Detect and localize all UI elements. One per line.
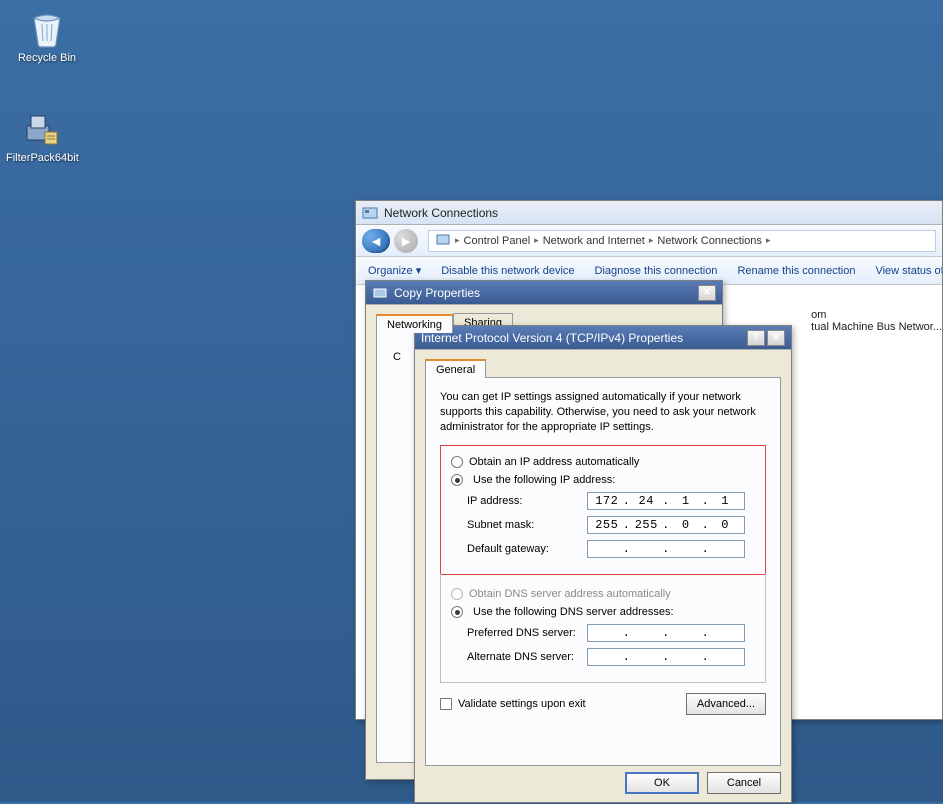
ipv4-properties-dialog: Internet Protocol Version 4 (TCP/IPv4) P… [414, 325, 792, 803]
preferred-dns-input[interactable]: . . . [587, 624, 745, 642]
close-button[interactable]: ✕ [698, 285, 716, 301]
partial-text-line: tual Machine Bus Networ... [811, 321, 942, 333]
desktop-icon-recycle-bin[interactable]: Recycle Bin [12, 8, 82, 64]
tab-networking[interactable]: Networking [376, 314, 453, 333]
ok-button[interactable]: OK [625, 772, 699, 794]
tab-general[interactable]: General [425, 359, 486, 378]
window-title: Network Connections [384, 206, 498, 220]
radio-use-following-dns[interactable]: Use the following DNS server addresses: [451, 606, 755, 618]
default-gateway-row: Default gateway: . . . [451, 540, 755, 558]
ip-octet[interactable]: 24 [631, 494, 661, 508]
radio-label: Use the following DNS server addresses: [473, 606, 674, 618]
ip-address-row: IP address: 172. 24. 1. 1 [451, 492, 755, 510]
checkbox-icon [440, 698, 452, 710]
subnet-mask-row: Subnet mask: 255. 255. 0. 0 [451, 516, 755, 534]
breadcrumb-item[interactable]: Network Connections [657, 235, 762, 247]
cancel-button[interactable]: Cancel [707, 772, 781, 794]
radio-use-following-ip[interactable]: Use the following IP address: [451, 474, 755, 486]
radio-icon [451, 456, 463, 468]
titlebar[interactable]: Internet Protocol Version 4 (TCP/IPv4) P… [415, 326, 791, 350]
installer-icon [21, 108, 61, 148]
breadcrumb-root-icon [435, 231, 451, 250]
radio-obtain-ip-auto[interactable]: Obtain an IP address automatically [451, 456, 755, 468]
description-text: You can get IP settings assigned automat… [440, 390, 766, 435]
ip-octet[interactable]: 255 [631, 518, 661, 532]
validate-settings-checkbox[interactable]: Validate settings upon exit [440, 698, 586, 710]
ip-octet[interactable]: 0 [710, 518, 740, 532]
disable-device-action[interactable]: Disable this network device [441, 265, 574, 277]
titlebar[interactable]: Network Connections [356, 201, 942, 225]
ip-octet[interactable]: 1 [710, 494, 740, 508]
network-folder-icon [362, 205, 378, 221]
connection-partial-text: om tual Machine Bus Networ... [811, 309, 942, 333]
recycle-bin-icon [27, 8, 67, 48]
ip-address-group: Obtain an IP address automatically Use t… [440, 445, 766, 575]
alternate-dns-row: Alternate DNS server: . . . [451, 648, 755, 666]
ip-octet[interactable]: 172 [592, 494, 622, 508]
radio-label: Obtain an IP address automatically [469, 456, 639, 468]
titlebar[interactable]: Copy Properties ✕ [366, 281, 722, 305]
breadcrumb-sep: ▸ [649, 235, 654, 246]
dns-server-group: Obtain DNS server address automatically … [440, 574, 766, 683]
breadcrumb-sep: ▸ [455, 235, 460, 246]
network-adapter-icon [372, 285, 388, 301]
organize-menu[interactable]: Organize ▾ [368, 264, 421, 277]
ip-octet[interactable]: 0 [671, 518, 701, 532]
breadcrumb-sep: ▸ [766, 235, 771, 246]
diagnose-action[interactable]: Diagnose this connection [595, 265, 718, 277]
forward-button[interactable]: ► [394, 229, 418, 253]
desktop-icon-label: Recycle Bin [12, 52, 82, 64]
ip-octet[interactable]: 1 [671, 494, 701, 508]
breadcrumb-sep: ▸ [534, 235, 539, 246]
tab-panel-general: You can get IP settings assigned automat… [425, 378, 781, 766]
radio-icon [451, 606, 463, 618]
ip-octet[interactable]: 255 [592, 518, 622, 532]
radio-icon [451, 588, 463, 600]
breadcrumb-item[interactable]: Network and Internet [543, 235, 645, 247]
back-button[interactable]: ◄ [362, 229, 390, 253]
radio-obtain-dns-auto: Obtain DNS server address automatically [451, 588, 755, 600]
preferred-dns-row: Preferred DNS server: . . . [451, 624, 755, 642]
field-label: Subnet mask: [467, 519, 587, 531]
field-label: Preferred DNS server: [467, 627, 587, 639]
alternate-dns-input[interactable]: . . . [587, 648, 745, 666]
ip-address-input[interactable]: 172. 24. 1. 1 [587, 492, 745, 510]
radio-icon [451, 474, 463, 486]
breadcrumb-item[interactable]: Control Panel [464, 235, 531, 247]
field-label: Default gateway: [467, 543, 587, 555]
subnet-mask-input[interactable]: 255. 255. 0. 0 [587, 516, 745, 534]
checkbox-label: Validate settings upon exit [458, 698, 586, 710]
field-label: Alternate DNS server: [467, 651, 587, 663]
dialog-title: Internet Protocol Version 4 (TCP/IPv4) P… [421, 331, 683, 345]
nav-toolbar: ◄ ► ▸ Control Panel ▸ Network and Intern… [356, 225, 942, 257]
advanced-button[interactable]: Advanced... [686, 693, 766, 715]
tabstrip: General [425, 358, 781, 378]
field-label: IP address: [467, 495, 587, 507]
desktop-icon-label: FilterPack64bit [6, 152, 76, 164]
radio-label: Use the following IP address: [473, 474, 615, 486]
rename-action[interactable]: Rename this connection [737, 265, 855, 277]
partial-text-line: om [811, 309, 942, 321]
desktop-icon-filterpack[interactable]: FilterPack64bit [6, 108, 76, 164]
breadcrumb[interactable]: ▸ Control Panel ▸ Network and Internet ▸… [428, 230, 936, 252]
close-button[interactable]: ✕ [767, 330, 785, 346]
radio-label: Obtain DNS server address automatically [469, 588, 671, 600]
default-gateway-input[interactable]: . . . [587, 540, 745, 558]
help-button[interactable]: ? [747, 330, 765, 346]
view-status-action[interactable]: View status of this c [875, 265, 942, 277]
dialog-button-row: OK Cancel [425, 772, 781, 794]
dialog-title: Copy Properties [394, 286, 480, 300]
